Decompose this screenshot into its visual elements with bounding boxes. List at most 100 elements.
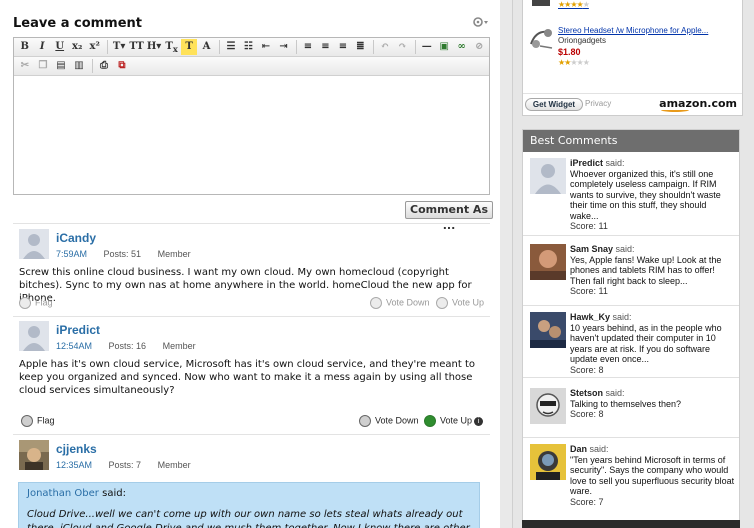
comment-author[interactable]: iCandy bbox=[56, 231, 96, 245]
comment-editor: B I U x₂ x² T▾ TT H▾ Tx T A ☰ ☷ ⇤ ⇥ ≡ ≡ … bbox=[13, 37, 490, 195]
vote-down-icon bbox=[359, 415, 371, 427]
vote-up-button[interactable]: Vote Up bbox=[436, 297, 484, 309]
best-comment-author[interactable]: Dan bbox=[570, 444, 587, 454]
product-name[interactable]: Stereo Headset /w Microphone for Apple..… bbox=[558, 26, 708, 35]
best-comment-item: Hawk_Ky said: 10 years behind, as in the … bbox=[523, 312, 739, 378]
amazon-widget: ★★★★★ Stereo Headset /w Microphone for A… bbox=[522, 0, 743, 116]
avatar[interactable] bbox=[530, 158, 566, 194]
comment-meta: 12:54AM Posts: 16 Member bbox=[56, 341, 210, 351]
comment-meta: 7:59AM Posts: 51 Member bbox=[56, 249, 205, 259]
flag-button[interactable]: Flag bbox=[19, 297, 53, 309]
heading-button[interactable]: H▾ bbox=[146, 39, 161, 55]
source-icon[interactable]: ⧉ bbox=[114, 58, 130, 74]
best-comments-title: Best Comments bbox=[523, 130, 739, 152]
bullet-list-icon[interactable]: ☰ bbox=[223, 39, 238, 55]
comment-author[interactable]: iPredict bbox=[56, 323, 100, 337]
underline-button[interactable]: U bbox=[52, 39, 67, 55]
text-size-button[interactable]: TT bbox=[129, 39, 144, 55]
italic-button[interactable]: I bbox=[34, 39, 49, 55]
flag-icon bbox=[21, 415, 33, 427]
best-comments-panel: Best Comments iPredict said: Whoever orga… bbox=[522, 129, 740, 528]
editor-toolbar-row-2: ✂ ❐ ▤ ▥ ⎙ ⧉ bbox=[14, 57, 489, 76]
privacy-link[interactable]: Privacy bbox=[585, 99, 611, 108]
vote-up-button[interactable]: Vote Up i bbox=[424, 415, 484, 427]
best-comment-text: 10 years behind, as in the people who ha… bbox=[570, 322, 722, 365]
align-justify-icon[interactable]: ≣ bbox=[353, 39, 368, 55]
unlink-icon[interactable]: ⊘ bbox=[471, 39, 486, 55]
gear-icon[interactable] bbox=[472, 16, 490, 30]
undo-icon[interactable]: ↶ bbox=[377, 39, 392, 55]
main-content: Leave a comment B I U x₂ x² T▾ TT H▾ Tx … bbox=[0, 0, 500, 528]
best-comment-score: Score: 11 bbox=[570, 286, 608, 296]
best-comment-text: "Ten years behind Microsoft in terms of … bbox=[570, 454, 735, 497]
text-format-button[interactable]: T▾ bbox=[111, 39, 126, 55]
vote-down-icon bbox=[370, 297, 382, 309]
flag-icon bbox=[19, 297, 31, 309]
image-icon[interactable]: ▣ bbox=[437, 39, 452, 55]
vote-down-button[interactable]: Vote Down bbox=[359, 415, 419, 427]
align-right-icon[interactable]: ≡ bbox=[335, 39, 350, 55]
avatar[interactable] bbox=[19, 440, 49, 470]
horizontal-rule-icon[interactable]: — bbox=[419, 39, 434, 55]
vote-up-icon bbox=[436, 297, 448, 309]
avatar[interactable] bbox=[19, 229, 49, 259]
comment-time[interactable]: 12:35AM bbox=[56, 460, 92, 470]
leave-comment-title: Leave a comment bbox=[13, 16, 143, 31]
product-rating: ★★★★★ bbox=[558, 58, 590, 67]
best-comment-author[interactable]: Hawk_Ky bbox=[570, 312, 610, 322]
divider bbox=[13, 434, 490, 435]
best-comment-text: Yes, Apple fans! Wake up! Look at the ph… bbox=[570, 254, 722, 286]
superscript-button[interactable]: x² bbox=[87, 39, 102, 55]
highlight-button[interactable]: T bbox=[181, 39, 197, 55]
subscript-button[interactable]: x₂ bbox=[69, 39, 84, 55]
best-comment-item: iPredict said: Whoever organized this, it… bbox=[523, 158, 739, 236]
flag-button[interactable]: Flag bbox=[21, 415, 55, 427]
numbered-list-icon[interactable]: ☷ bbox=[241, 39, 256, 55]
best-comment-author[interactable]: Sam Snay bbox=[570, 244, 613, 254]
right-sidebar: ★★★★★ Stereo Headset /w Microphone for A… bbox=[512, 0, 754, 528]
best-comment-author[interactable]: iPredict bbox=[570, 158, 603, 168]
align-center-icon[interactable]: ≡ bbox=[318, 39, 333, 55]
best-comment-text: Talking to themselves then? bbox=[570, 398, 682, 409]
avatar[interactable] bbox=[530, 444, 566, 480]
comment-body: Apple has it's own cloud service, Micros… bbox=[19, 359, 476, 396]
comment-item: iPredict 12:54AM Posts: 16 Member Apple … bbox=[13, 321, 490, 431]
bold-button[interactable]: B bbox=[17, 39, 32, 55]
text-color-button[interactable]: A bbox=[199, 39, 214, 55]
comment-textarea[interactable] bbox=[14, 77, 489, 194]
outdent-icon[interactable]: ⇤ bbox=[258, 39, 273, 55]
comment-time[interactable]: 12:54AM bbox=[56, 341, 92, 351]
product-image[interactable] bbox=[528, 26, 554, 50]
avatar[interactable] bbox=[19, 321, 49, 351]
star-rating-icon: ★★★★★ bbox=[558, 58, 590, 67]
paste-from-word-icon[interactable]: ▥ bbox=[71, 58, 87, 74]
redo-icon[interactable]: ↷ bbox=[395, 39, 410, 55]
clear-format-button[interactable]: Tx bbox=[164, 39, 179, 55]
comment-time[interactable]: 7:59AM bbox=[56, 249, 87, 259]
amazon-logo[interactable]: amazon.com bbox=[659, 97, 737, 112]
sidebar-bottom-banner bbox=[522, 520, 740, 528]
best-comment-score: Score: 8 bbox=[570, 364, 604, 375]
copy-icon[interactable]: ❐ bbox=[35, 58, 51, 74]
get-widget-button[interactable]: Get Widget bbox=[525, 98, 583, 111]
avatar[interactable] bbox=[530, 312, 566, 348]
divider bbox=[13, 223, 490, 224]
cut-icon[interactable]: ✂ bbox=[17, 58, 33, 74]
comment-as-button[interactable]: Comment As ... bbox=[405, 201, 493, 232]
product-image[interactable] bbox=[528, 0, 554, 10]
comment-author[interactable]: cjjenks bbox=[56, 442, 97, 456]
info-icon[interactable]: i bbox=[474, 416, 484, 426]
avatar[interactable] bbox=[530, 244, 566, 280]
paste-icon[interactable]: ▤ bbox=[53, 58, 69, 74]
avatar[interactable] bbox=[530, 388, 566, 424]
comment-role: Member bbox=[157, 249, 191, 259]
product-price: $1.80 bbox=[558, 47, 581, 57]
indent-icon[interactable]: ⇥ bbox=[276, 39, 291, 55]
quote-author[interactable]: Jonathan Ober bbox=[27, 488, 99, 499]
vote-down-button[interactable]: Vote Down bbox=[370, 297, 430, 309]
best-comment-author[interactable]: Stetson bbox=[570, 388, 603, 398]
link-icon[interactable]: ∞ bbox=[454, 39, 469, 55]
print-icon[interactable]: ⎙ bbox=[96, 58, 112, 74]
align-left-icon[interactable]: ≡ bbox=[300, 39, 315, 55]
quote-text: Cloud Drive...well we can't come up with… bbox=[27, 509, 470, 528]
